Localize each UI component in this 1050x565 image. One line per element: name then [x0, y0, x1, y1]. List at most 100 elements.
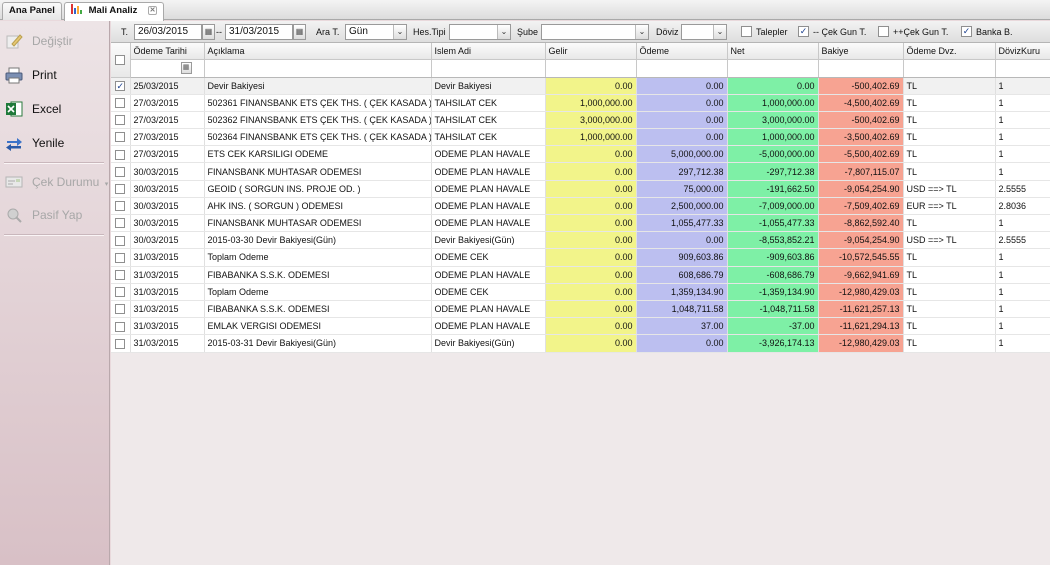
row-checkbox[interactable] — [115, 338, 126, 349]
cell-gelir: 0.00 — [545, 162, 637, 181]
row-checkbox[interactable] — [115, 98, 126, 109]
deactivate-button[interactable]: Pasif Yap — [0, 201, 108, 229]
tab-label: Ana Panel — [9, 5, 55, 16]
row-checkbox[interactable] — [115, 287, 126, 298]
row-checkbox[interactable] — [115, 269, 126, 280]
print-button[interactable]: Print — [0, 61, 108, 89]
edit-button[interactable]: Değiştir — [0, 27, 108, 55]
cell-aciklama: 502362 FINANSBANK ETS ÇEK THS. ( ÇEK KAS… — [204, 111, 432, 130]
tab-ana-panel[interactable]: Ana Panel — [2, 2, 62, 20]
row-checkbox[interactable] — [115, 201, 126, 212]
table-row[interactable]: 31/03/2015 FIBABANKA S.S.K. ODEMESI ODEME … — [111, 300, 1050, 319]
banka-checkbox[interactable]: ✓ — [961, 26, 972, 37]
column-header-odeme[interactable]: Ödeme — [636, 43, 728, 60]
cell-kur: 1 — [995, 334, 1050, 353]
row-checkbox[interactable] — [115, 166, 126, 177]
tab-mali-analiz[interactable]: Mali Analiz ✕ — [64, 2, 165, 21]
calendar-icon[interactable]: ▦ — [180, 61, 192, 74]
cell-bakiye: -500,402.69 — [818, 111, 904, 130]
cell-net: -1,055,477.33 — [727, 214, 819, 233]
filter-cell-tarih[interactable]: ▦ — [130, 59, 205, 78]
data-grid: Ödeme Tarihi Açıklama Islem Adi Gelir Öd… — [111, 43, 1050, 565]
date-from-input[interactable]: 26/03/2015 — [134, 24, 202, 40]
row-checkbox[interactable] — [115, 218, 126, 229]
ara-select[interactable]: Gün ⌄ — [345, 24, 407, 40]
cell-net: -5,000,000.00 — [727, 145, 819, 164]
filter-bar: T. 26/03/2015 ▦ -- 31/03/2015 ▦ Ara T. G… — [111, 21, 1050, 43]
cell-net: 0.00 — [727, 77, 819, 95]
table-row[interactable]: 31/03/2015 Toplam Odeme ODEME CEK 0.00 1,359… — [111, 283, 1050, 301]
select-all-checkbox[interactable] — [115, 55, 126, 66]
refresh-button[interactable]: Yenile — [0, 129, 108, 157]
row-checkbox-cell — [111, 266, 131, 284]
excel-button[interactable]: Excel — [0, 95, 108, 123]
calendar-icon[interactable]: ▦ — [202, 24, 215, 40]
close-icon[interactable]: ✕ — [148, 6, 158, 15]
cell-islem: ODEME PLAN HAVALE — [431, 162, 546, 181]
cell-gelir: 0.00 — [545, 317, 637, 336]
table-row[interactable]: 30/03/2015 FINANSBANK MUHTASAR ODEMESI ODE… — [111, 214, 1050, 233]
doviz-select[interactable]: ⌄ — [681, 24, 727, 40]
talepler-checkbox[interactable] — [741, 26, 752, 37]
filter-cell[interactable] — [818, 59, 904, 78]
column-header-bakiye[interactable]: Bakiye — [818, 43, 904, 60]
cell-odeme: 0.00 — [636, 334, 728, 353]
filter-cell[interactable] — [903, 59, 996, 78]
row-checkbox[interactable] — [115, 321, 126, 332]
sube-select[interactable]: ⌄ — [541, 24, 649, 40]
cell-tarih: 31/03/2015 — [130, 283, 205, 301]
cell-kur: 1 — [995, 283, 1050, 301]
cell-gelir: 0.00 — [545, 231, 637, 250]
column-header-doviz-kuru[interactable]: DövizKuru — [995, 43, 1050, 60]
filter-cell[interactable] — [545, 59, 637, 78]
column-header-odeme-dvz[interactable]: Ödeme Dvz. — [903, 43, 996, 60]
row-checkbox[interactable] — [115, 115, 126, 126]
table-row[interactable]: 27/03/2015 502364 FINANSBANK ETS ÇEK THS.… — [111, 128, 1050, 147]
filter-cell[interactable] — [727, 59, 819, 78]
select-all-header[interactable] — [111, 43, 131, 78]
table-row[interactable]: 30/03/2015 FINANSBANK MUHTASAR ODEMESI ODE… — [111, 162, 1050, 181]
cek-gun-minus-checkbox[interactable]: ✓ — [798, 26, 809, 37]
cek-gun-plus-checkbox[interactable] — [878, 26, 889, 37]
row-checkbox[interactable] — [115, 235, 126, 246]
column-header-gelir[interactable]: Gelir — [545, 43, 637, 60]
cell-dvz: TL — [903, 94, 996, 112]
filter-cell[interactable] — [636, 59, 728, 78]
cell-net: -1,359,134.90 — [727, 283, 819, 301]
filter-cell[interactable] — [995, 59, 1050, 78]
row-checkbox[interactable] — [115, 149, 126, 160]
table-row[interactable]: 31/03/2015 2015-03-31 Devir Bakiyesi(Gün)… — [111, 334, 1050, 353]
filter-row: ▦ — [111, 59, 1050, 78]
row-checkbox[interactable] — [115, 252, 126, 263]
table-row[interactable]: 31/03/2015 EMLAK VERGISI ODEMESI ODEME PLA… — [111, 317, 1050, 336]
table-row[interactable]: 30/03/2015 GEOID ( SORGUN INS. PROJE OD. … — [111, 180, 1050, 198]
date-to-input[interactable]: 31/03/2015 — [225, 24, 293, 40]
table-row[interactable]: 31/03/2015 FIBABANKA S.S.K. ODEMESI ODEME … — [111, 266, 1050, 284]
cell-aciklama: 502364 FINANSBANK ETS ÇEK THS. ( ÇEK KAS… — [204, 128, 432, 147]
cell-dvz: TL — [903, 214, 996, 233]
filter-cell[interactable] — [431, 59, 546, 78]
column-header-aciklama[interactable]: Açıklama — [204, 43, 432, 60]
table-row[interactable]: 27/03/2015 ETS CEK KARSILIGI ODEME ODEME P… — [111, 145, 1050, 164]
column-header-net[interactable]: Net — [727, 43, 819, 60]
column-header-odeme-tarihi[interactable]: Ödeme Tarihi — [130, 43, 205, 60]
cell-gelir: 0.00 — [545, 180, 637, 198]
row-checkbox[interactable] — [115, 184, 126, 195]
row-checkbox[interactable] — [115, 304, 126, 315]
column-header-islem-adi[interactable]: Islem Adi — [431, 43, 546, 60]
filter-cell[interactable] — [204, 59, 432, 78]
table-row[interactable]: 30/03/2015 2015-03-30 Devir Bakiyesi(Gün)… — [111, 231, 1050, 250]
cell-tarih: 25/03/2015 — [130, 77, 205, 95]
cell-kur: 1 — [995, 266, 1050, 284]
cell-odeme: 297,712.38 — [636, 162, 728, 181]
table-row[interactable]: ✓ 25/03/2015 Devir Bakiyesi Devir Bakiyesi 0… — [111, 77, 1050, 95]
row-checkbox[interactable] — [115, 132, 126, 143]
cheque-status-button[interactable]: Çek Durumu ▾ — [0, 168, 108, 196]
table-row[interactable]: 27/03/2015 502362 FINANSBANK ETS ÇEK THS.… — [111, 111, 1050, 130]
table-row[interactable]: 27/03/2015 502361 FINANSBANK ETS ÇEK THS.… — [111, 94, 1050, 112]
row-checkbox[interactable]: ✓ — [115, 80, 126, 91]
calendar-icon[interactable]: ▦ — [293, 24, 306, 40]
table-row[interactable]: 31/03/2015 Toplam Odeme ODEME CEK 0.00 909,6… — [111, 248, 1050, 267]
table-row[interactable]: 30/03/2015 AHK INS. ( SORGUN ) ODEMESI ODE… — [111, 197, 1050, 216]
hes-tipi-select[interactable]: ⌄ — [449, 24, 511, 40]
